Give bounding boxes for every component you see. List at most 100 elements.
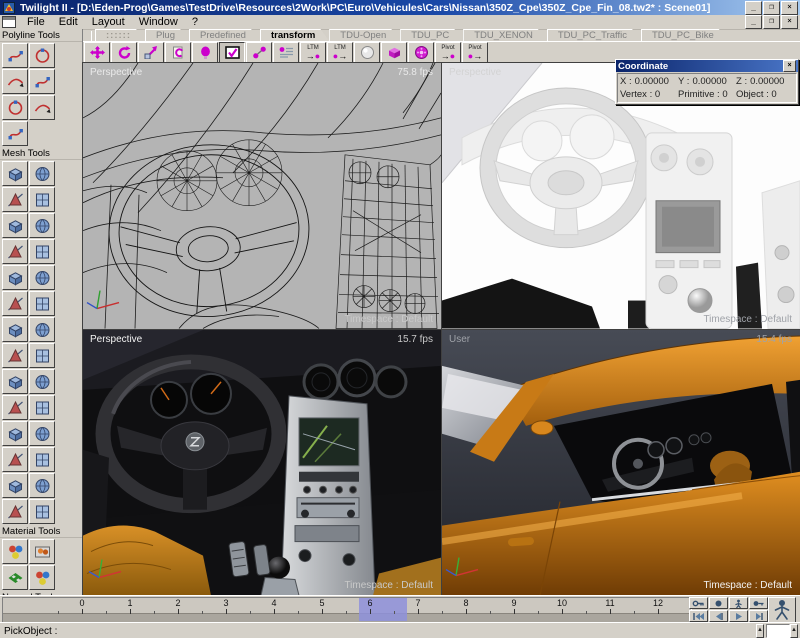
menu-item[interactable]: ? bbox=[185, 16, 205, 28]
mesh-tool-25-button[interactable] bbox=[2, 473, 28, 498]
validate-tool-button[interactable] bbox=[219, 42, 245, 63]
mesh-tool-15-button[interactable] bbox=[2, 343, 28, 368]
mesh-tool-28-button[interactable] bbox=[29, 499, 55, 524]
mesh-tool-23-button[interactable] bbox=[2, 447, 28, 472]
mesh-tool-20-button[interactable] bbox=[29, 395, 55, 420]
to-start-button[interactable] bbox=[689, 610, 708, 622]
box-tool-button[interactable] bbox=[381, 42, 407, 63]
polyline-tool-4-button[interactable] bbox=[29, 69, 55, 94]
step-forward-button[interactable] bbox=[749, 610, 768, 622]
viewport-wireframe[interactable]: Perspective 75.8 fps Timespace : Default bbox=[83, 63, 441, 329]
mesh-tool-14-button[interactable] bbox=[29, 317, 55, 342]
timeline-tick-9[interactable]: 9 bbox=[490, 598, 538, 612]
timeline-tick-12[interactable]: 12 bbox=[634, 598, 682, 612]
tab-tdu-xenon[interactable]: TDU_XENON bbox=[463, 29, 547, 41]
mesh-tool-8-button[interactable] bbox=[29, 239, 55, 264]
mesh-tool-4-button[interactable] bbox=[29, 187, 55, 212]
pose-button[interactable] bbox=[729, 597, 748, 609]
play-button[interactable] bbox=[729, 610, 748, 622]
mesh-tool-10-button[interactable] bbox=[29, 265, 55, 290]
menu-layout[interactable]: Layout bbox=[85, 16, 132, 28]
mesh-tool-13-button[interactable] bbox=[2, 317, 28, 342]
child-close-icon[interactable]: × bbox=[781, 15, 798, 29]
polyline-tool-3-button[interactable] bbox=[2, 69, 28, 94]
keyframe-track[interactable] bbox=[3, 613, 691, 622]
mesh-tool-19-button[interactable] bbox=[2, 395, 28, 420]
scale-tool-button[interactable] bbox=[138, 42, 164, 63]
mesh-tool-5-button[interactable] bbox=[2, 213, 28, 238]
record-dot-button[interactable] bbox=[709, 597, 728, 609]
child-window-icon[interactable] bbox=[2, 16, 16, 28]
toolbar-grip[interactable] bbox=[82, 31, 92, 41]
mesh-tool-22-button[interactable] bbox=[29, 421, 55, 446]
timeline-tick-2[interactable]: 2 bbox=[154, 598, 202, 612]
key-button[interactable] bbox=[689, 597, 708, 609]
mesh-tool-1-button[interactable] bbox=[2, 161, 28, 186]
close-icon[interactable]: × bbox=[783, 60, 796, 72]
minimize-icon[interactable]: _ bbox=[745, 1, 762, 15]
ltm-out-tool-button[interactable]: LTM●→ bbox=[327, 42, 353, 63]
tab-grip[interactable]: :::::: bbox=[95, 29, 145, 41]
status-spin-up-icon[interactable]: ▲ bbox=[756, 624, 764, 638]
tab-tdu-pc[interactable]: TDU_PC bbox=[400, 29, 463, 41]
material-tool-3-button[interactable] bbox=[2, 565, 28, 590]
material-tool-1-button[interactable] bbox=[2, 539, 28, 564]
timeline-tick-11[interactable]: 11 bbox=[586, 598, 634, 612]
tab-tdu-open[interactable]: TDU-Open bbox=[329, 29, 400, 41]
tab-tdu-pc-traffic[interactable]: TDU_PC_Traffic bbox=[547, 29, 641, 41]
reset-transform-tool-button[interactable] bbox=[165, 42, 191, 63]
mesh-tool-21-button[interactable] bbox=[2, 421, 28, 446]
step-back-button[interactable] bbox=[709, 610, 728, 622]
timeline-tick-5[interactable]: 5 bbox=[298, 598, 346, 612]
mesh-tool-9-button[interactable] bbox=[2, 265, 28, 290]
ltm-in-tool-button[interactable]: LTM→● bbox=[300, 42, 326, 63]
mesh-tool-27-button[interactable] bbox=[2, 499, 28, 524]
timeline-tick-3[interactable]: 3 bbox=[202, 598, 250, 612]
pivot-in-tool-button[interactable]: Pivot→● bbox=[435, 42, 461, 63]
mesh-tool-6-button[interactable] bbox=[29, 213, 55, 238]
status-spin-icon[interactable]: ▲ bbox=[790, 624, 798, 638]
timeline-tick-10[interactable]: 10 bbox=[538, 598, 586, 612]
polyline-tool-2-button[interactable] bbox=[29, 43, 55, 68]
menu-window[interactable]: Window bbox=[132, 16, 185, 28]
move-tool-button[interactable] bbox=[84, 42, 110, 63]
menu-file[interactable]: File bbox=[20, 16, 52, 28]
mesh-tool-24-button[interactable] bbox=[29, 447, 55, 472]
mesh-tool-11-button[interactable] bbox=[2, 291, 28, 316]
child-minimize-icon[interactable]: _ bbox=[745, 15, 762, 29]
polyline-tool-7-button[interactable] bbox=[2, 121, 28, 146]
child-restore-icon[interactable]: ❐ bbox=[763, 15, 780, 29]
timeline-tick-8[interactable]: 8 bbox=[442, 598, 490, 612]
mesh-tool-16-button[interactable] bbox=[29, 343, 55, 368]
mesh-tool-17-button[interactable] bbox=[2, 369, 28, 394]
sphere-tool-button[interactable] bbox=[354, 42, 380, 63]
walk-mode-button[interactable] bbox=[768, 597, 796, 624]
mesh-tool-18-button[interactable] bbox=[29, 369, 55, 394]
mesh-tool-3-button[interactable] bbox=[2, 187, 28, 212]
timeline-tick-1[interactable]: 1 bbox=[106, 598, 154, 612]
pivot-out-tool-button[interactable]: Pivot●→ bbox=[462, 42, 488, 63]
light-tool-button[interactable] bbox=[192, 42, 218, 63]
timeline-tick-0[interactable]: 0 bbox=[58, 598, 106, 612]
viewport-textured[interactable]: Perspective 15.7 fps Timespace : Default bbox=[83, 330, 441, 596]
status-input[interactable] bbox=[766, 624, 790, 638]
viewport-user[interactable]: User 15.4 fps Timespace : Default bbox=[442, 330, 800, 596]
mesh-tool-2-button[interactable] bbox=[29, 161, 55, 186]
material-tool-2-button[interactable] bbox=[29, 539, 55, 564]
mesh-tool-7-button[interactable] bbox=[2, 239, 28, 264]
timeline-tick-4[interactable]: 4 bbox=[250, 598, 298, 612]
menu-edit[interactable]: Edit bbox=[52, 16, 85, 28]
wheel-tool-button[interactable] bbox=[408, 42, 434, 63]
polyline-tool-6-button[interactable] bbox=[29, 95, 55, 120]
coordinate-panel-titlebar[interactable]: Coordinate × bbox=[616, 60, 798, 72]
close-icon[interactable]: × bbox=[781, 1, 798, 15]
polyline-tool-5-button[interactable] bbox=[2, 95, 28, 120]
tab-transform[interactable]: transform bbox=[260, 29, 329, 41]
material-tool-4-button[interactable] bbox=[29, 565, 55, 590]
tab-plug[interactable]: Plug bbox=[145, 29, 189, 41]
rotate-tool-button[interactable] bbox=[111, 42, 137, 63]
tab-predefined[interactable]: Predefined bbox=[189, 29, 260, 41]
coordinate-panel[interactable]: Coordinate × X :0.00000Y :0.00000Z :0.00… bbox=[615, 59, 799, 105]
polyline-tool-1-button[interactable] bbox=[2, 43, 28, 68]
mesh-tool-12-button[interactable] bbox=[29, 291, 55, 316]
